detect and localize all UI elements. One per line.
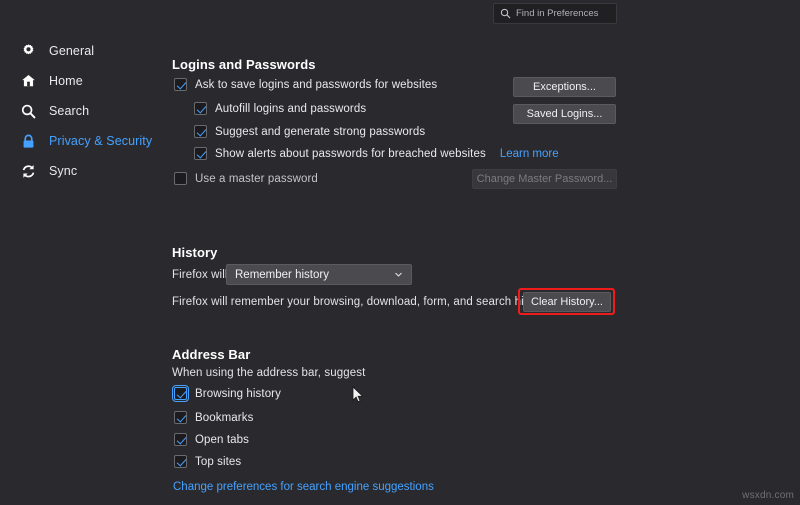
preferences-sidebar: General Home Search Privacy & Security	[0, 36, 160, 186]
checkbox-label: Top sites	[195, 456, 241, 468]
sidebar-item-sync[interactable]: Sync	[0, 156, 160, 186]
checkbox-label: Autofill logins and passwords	[215, 103, 366, 115]
logins-section-title: Logins and Passwords	[172, 57, 316, 72]
firefox-will-label: Firefox will	[172, 269, 228, 281]
search-input[interactable]	[516, 8, 648, 19]
checkbox-row-ask-to-save[interactable]: Ask to save logins and passwords for web…	[174, 78, 437, 91]
lock-icon	[20, 133, 37, 150]
home-icon	[20, 73, 37, 90]
checkbox-open-tabs[interactable]	[174, 433, 187, 446]
checkbox-autofill-logins[interactable]	[194, 102, 207, 115]
checkbox-ask-to-save[interactable]	[174, 78, 187, 91]
checkbox-row-master-password[interactable]: Use a master password	[174, 172, 318, 185]
sidebar-item-general[interactable]: General	[0, 36, 160, 66]
exceptions-button[interactable]: Exceptions...	[513, 77, 616, 97]
change-master-password-button: Change Master Password...	[472, 169, 617, 189]
search-icon	[500, 8, 511, 19]
checkbox-row-bookmarks[interactable]: Bookmarks	[174, 411, 253, 424]
sidebar-item-label: Sync	[49, 164, 77, 178]
checkbox-row-open-tabs[interactable]: Open tabs	[174, 433, 249, 446]
saved-logins-button[interactable]: Saved Logins...	[513, 104, 616, 124]
sidebar-item-search[interactable]: Search	[0, 96, 160, 126]
gear-icon	[20, 43, 37, 60]
checkbox-use-master-password[interactable]	[174, 172, 187, 185]
checkbox-row-autofill[interactable]: Autofill logins and passwords	[194, 102, 366, 115]
checkbox-breach-alerts[interactable]	[194, 147, 207, 160]
chevron-down-icon	[394, 270, 403, 279]
mouse-cursor	[352, 386, 364, 404]
history-section-title: History	[172, 245, 218, 260]
watermark: wsxdn.com	[742, 490, 794, 501]
history-description: Firefox will remember your browsing, dow…	[172, 296, 552, 308]
sidebar-item-privacy-security[interactable]: Privacy & Security	[0, 126, 160, 156]
address-bar-section-title: Address Bar	[172, 347, 250, 362]
clear-history-button[interactable]: Clear History...	[523, 292, 611, 312]
checkbox-row-suggest-passwords[interactable]: Suggest and generate strong passwords	[194, 125, 425, 138]
checkbox-label: Suggest and generate strong passwords	[215, 126, 425, 138]
history-mode-dropdown[interactable]: Remember history	[226, 264, 412, 285]
history-mode-value: Remember history	[235, 269, 329, 281]
checkbox-label: Show alerts about passwords for breached…	[215, 148, 486, 160]
learn-more-link[interactable]: Learn more	[500, 148, 559, 160]
checkbox-label: Use a master password	[195, 173, 318, 185]
checkbox-suggest-strong-passwords[interactable]	[194, 125, 207, 138]
search-icon	[20, 103, 37, 120]
checkbox-bookmarks[interactable]	[174, 411, 187, 424]
checkbox-label: Open tabs	[195, 434, 249, 446]
checkbox-label: Ask to save logins and passwords for web…	[195, 79, 437, 91]
find-in-preferences-search[interactable]	[493, 3, 617, 24]
sync-icon	[20, 163, 37, 180]
sidebar-item-label: Privacy & Security	[49, 134, 152, 148]
sidebar-item-label: General	[49, 44, 94, 58]
checkbox-top-sites[interactable]	[174, 455, 187, 468]
address-bar-subtitle: When using the address bar, suggest	[172, 367, 365, 379]
sidebar-item-label: Search	[49, 104, 89, 118]
sidebar-item-home[interactable]: Home	[0, 66, 160, 96]
checkbox-row-browsing-history[interactable]: Browsing history	[174, 387, 281, 400]
preferences-window: General Home Search Privacy & Security	[0, 0, 800, 505]
checkbox-label: Browsing history	[195, 388, 281, 400]
checkbox-label: Bookmarks	[195, 412, 253, 424]
checkbox-row-breach-alerts[interactable]: Show alerts about passwords for breached…	[194, 147, 559, 160]
search-engine-suggestions-link[interactable]: Change preferences for search engine sug…	[173, 481, 434, 493]
checkbox-browsing-history[interactable]	[174, 387, 187, 400]
sidebar-item-label: Home	[49, 74, 83, 88]
checkbox-row-top-sites[interactable]: Top sites	[174, 455, 241, 468]
